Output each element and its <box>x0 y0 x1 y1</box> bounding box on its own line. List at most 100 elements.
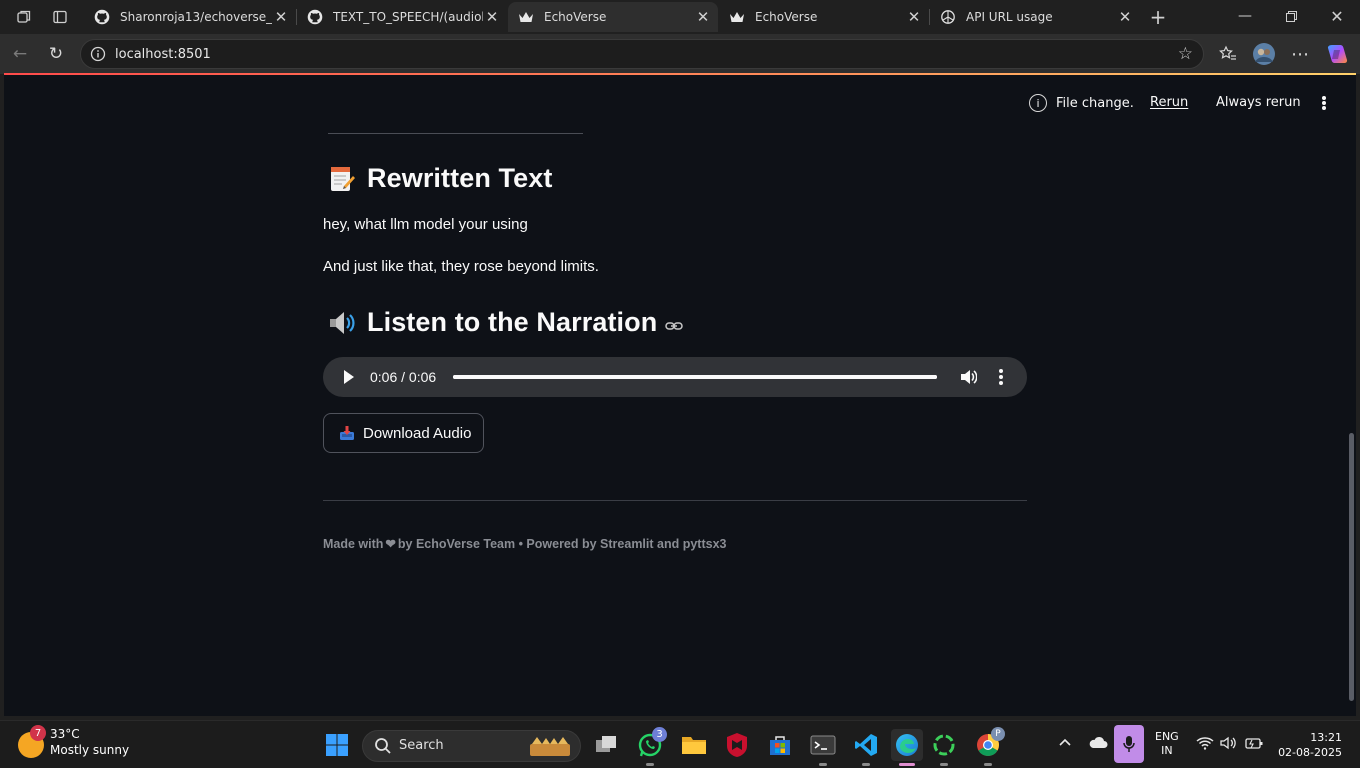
page-scrollbar[interactable] <box>1349 433 1354 701</box>
terminal-icon[interactable] <box>807 729 839 766</box>
close-tab-icon[interactable]: ✕ <box>483 8 501 26</box>
always-rerun-button[interactable]: Always rerun <box>1216 95 1301 110</box>
address-bar[interactable]: localhost:8501 ☆ <box>80 39 1204 69</box>
audio-progress-track[interactable] <box>453 375 937 379</box>
copilot-icon[interactable] <box>1325 42 1349 66</box>
url-text: localhost:8501 <box>115 47 211 62</box>
file-change-status: i File change. <box>1029 94 1134 112</box>
tab-echoverse[interactable]: EchoVerse ✕ <box>719 2 929 32</box>
chrome-icon[interactable]: P <box>972 727 1005 766</box>
file-explorer-icon[interactable] <box>678 729 710 761</box>
microsoft-store-icon[interactable] <box>764 729 796 761</box>
site-info-icon[interactable] <box>90 46 106 66</box>
tab-title: Sharonroja13/echoverse_ha <box>120 10 272 24</box>
restore-icon[interactable] <box>1268 0 1314 32</box>
page-viewport: i File change. Rerun Always rerun Rewrit… <box>4 75 1356 716</box>
rerun-button[interactable]: Rerun <box>1150 95 1188 110</box>
heart-icon: ❤ <box>385 537 396 551</box>
favorites-icon[interactable] <box>1216 42 1240 66</box>
audio-player[interactable]: 0:06 / 0:06 <box>323 357 1027 397</box>
close-tab-icon[interactable]: ✕ <box>905 8 923 26</box>
more-menu-icon[interactable]: ⋯ <box>1288 42 1312 66</box>
speaker-icon <box>327 308 357 338</box>
taskbar-search[interactable]: Search <box>362 730 581 762</box>
close-window-icon[interactable]: ✕ <box>1314 0 1360 32</box>
audio-time: 0:06 / 0:06 <box>370 369 437 385</box>
tab-title: TEXT_TO_SPEECH/(audiobo <box>333 10 483 24</box>
footer-post: by EchoVerse Team • Powered by Streamlit… <box>397 537 727 551</box>
sun-cloud-icon: 7 <box>18 725 46 758</box>
vscode-icon[interactable] <box>850 729 882 766</box>
search-icon <box>374 737 392 759</box>
memo-icon <box>327 164 357 194</box>
audio-progress-fill <box>453 375 937 379</box>
task-view-icon[interactable] <box>590 729 622 761</box>
status-text: File change. <box>1056 95 1134 111</box>
rewritten-line-1: hey, what llm model your using <box>323 216 528 233</box>
close-tab-icon[interactable]: ✕ <box>272 8 290 26</box>
narration-heading: Listen to the Narration <box>327 307 684 338</box>
main-menu-icon[interactable] <box>1316 94 1332 112</box>
search-placeholder: Search <box>399 738 444 753</box>
workspaces-icon[interactable] <box>13 6 35 28</box>
profile-avatar[interactable] <box>1252 42 1276 66</box>
vertical-tabs-icon[interactable] <box>49 6 71 28</box>
streamlit-crown-icon <box>729 9 745 25</box>
close-tab-icon[interactable]: ✕ <box>1116 8 1134 26</box>
inbox-tray-icon <box>339 425 355 441</box>
footer-credits: Made with ❤ by EchoVerse Team • Powered by… <box>323 536 726 551</box>
region-code: IN <box>1161 744 1173 757</box>
audio-options-icon[interactable] <box>999 369 1003 385</box>
volume-tray-icon[interactable] <box>1220 736 1236 754</box>
chrome-profile-badge: P <box>991 727 1005 741</box>
whatsapp-icon[interactable]: 3 <box>634 727 667 766</box>
streamlit-crown-icon <box>518 9 534 25</box>
download-audio-button[interactable]: Download Audio <box>323 413 484 453</box>
play-icon[interactable] <box>344 370 354 384</box>
windows-taskbar: 7 33°C Mostly sunny Search 3 P ENG IN 13… <box>0 720 1360 768</box>
new-tab-icon[interactable]: + <box>1147 5 1169 29</box>
link-anchor-icon[interactable] <box>665 317 684 330</box>
address-bar-row: ← ↻ localhost:8501 ☆ ⋯ <box>0 34 1360 74</box>
weather-widget[interactable]: 7 33°C Mostly sunny <box>18 725 130 759</box>
footer-pre: Made with <box>323 537 384 551</box>
browser-tab-strip: Sharonroja13/echoverse_ha ✕ TEXT_TO_SPEE… <box>0 0 1360 34</box>
tab-title: EchoVerse <box>755 10 818 24</box>
weather-condition: Mostly sunny <box>50 743 130 757</box>
minimize-icon[interactable]: — <box>1222 0 1268 32</box>
divider <box>328 133 583 134</box>
tab-echoverse-repo[interactable]: Sharonroja13/echoverse_ha ✕ <box>84 2 296 32</box>
heading-text: Rewritten Text <box>367 163 553 193</box>
system-clock[interactable]: 13:21 02-08-2025 <box>1278 730 1342 760</box>
show-hidden-icons-chevron-icon[interactable] <box>1058 736 1072 751</box>
tab-echoverse-active[interactable]: EchoVerse ✕ <box>508 2 718 32</box>
tab-text-to-speech-repo[interactable]: TEXT_TO_SPEECH/(audiobo ✕ <box>297 2 507 32</box>
clock-time: 13:21 <box>1310 731 1342 744</box>
onedrive-cloud-icon[interactable] <box>1088 735 1108 753</box>
edge-icon[interactable] <box>891 729 923 766</box>
language-code: ENG <box>1155 730 1179 743</box>
rewritten-text-heading: Rewritten Text <box>327 163 552 194</box>
back-icon[interactable]: ← <box>8 42 32 66</box>
battery-icon[interactable] <box>1245 736 1263 754</box>
wifi-icon[interactable] <box>1196 736 1214 754</box>
start-windows-icon[interactable] <box>321 729 353 761</box>
sync-app-icon[interactable] <box>928 729 960 766</box>
download-label: Download Audio <box>363 424 472 442</box>
info-icon: i <box>1029 94 1047 112</box>
github-icon <box>94 9 110 25</box>
close-tab-icon[interactable]: ✕ <box>694 8 712 26</box>
refresh-icon[interactable]: ↻ <box>44 42 68 66</box>
volume-icon[interactable] <box>959 368 978 390</box>
tab-title: API URL usage <box>966 10 1053 24</box>
mcafee-icon[interactable] <box>721 729 753 761</box>
whatsapp-badge: 3 <box>652 727 667 742</box>
microphone-in-use-icon[interactable] <box>1114 725 1144 763</box>
input-language[interactable]: ENG IN <box>1155 730 1179 758</box>
tab-title: EchoVerse <box>544 10 607 24</box>
footer-divider <box>323 500 1027 501</box>
clock-date: 02-08-2025 <box>1278 746 1342 759</box>
streamlit-header: i File change. Rerun Always rerun <box>4 75 1356 131</box>
favorite-star-icon[interactable]: ☆ <box>1178 44 1193 64</box>
tab-api-url-usage[interactable]: API URL usage ✕ <box>930 2 1140 32</box>
